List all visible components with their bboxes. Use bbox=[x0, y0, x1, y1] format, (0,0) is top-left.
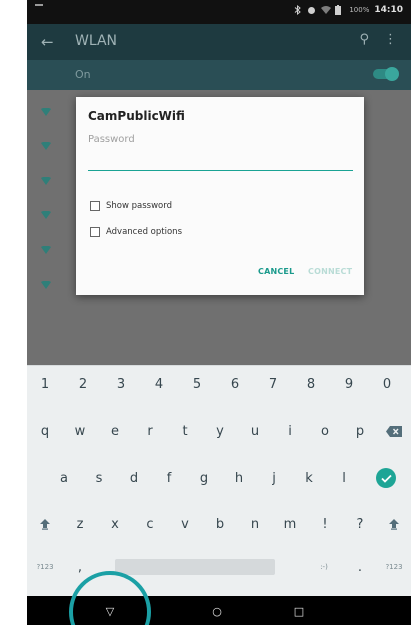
keyboard-row-qwerty: q w e r t y u i o p bbox=[27, 413, 411, 449]
checkmark-icon bbox=[376, 468, 396, 488]
key-e[interactable]: e bbox=[100, 413, 130, 449]
battery-icon bbox=[335, 5, 344, 15]
tablet-screen: 100% 14:10 ← WLAN ⚲ ⋮ On CamPublicWifi S… bbox=[27, 0, 411, 625]
key-m[interactable]: m bbox=[275, 506, 305, 542]
show-password-option[interactable]: Show password bbox=[90, 201, 172, 211]
key-a[interactable]: a bbox=[49, 460, 79, 496]
enter-key[interactable] bbox=[371, 460, 401, 496]
key-c[interactable]: c bbox=[135, 506, 165, 542]
advanced-options-label: Advanced options bbox=[106, 227, 182, 237]
emoticon-key[interactable]: :-) bbox=[309, 549, 339, 585]
key-n[interactable]: n bbox=[240, 506, 270, 542]
key-b[interactable]: b bbox=[205, 506, 235, 542]
key-4[interactable]: 4 bbox=[144, 366, 174, 402]
key-r[interactable]: r bbox=[135, 413, 165, 449]
key-7[interactable]: 7 bbox=[258, 366, 288, 402]
password-field[interactable] bbox=[88, 131, 353, 171]
connect-button[interactable]: CONNECT bbox=[308, 267, 352, 276]
key-comma[interactable]: , bbox=[65, 549, 95, 585]
key-j[interactable]: j bbox=[259, 460, 289, 496]
wifi-signal-icon[interactable] bbox=[41, 246, 51, 254]
key-2[interactable]: 2 bbox=[68, 366, 98, 402]
alarm-icon bbox=[307, 5, 316, 15]
advanced-options-checkbox[interactable] bbox=[90, 227, 100, 237]
wlan-toggle-row[interactable]: On bbox=[27, 60, 411, 90]
key-x[interactable]: x bbox=[100, 506, 130, 542]
show-password-label: Show password bbox=[106, 201, 172, 211]
nav-back-icon[interactable]: ▽ bbox=[100, 602, 120, 620]
key-5[interactable]: 5 bbox=[182, 366, 212, 402]
keyboard-number-row: 1 2 3 4 5 6 7 8 9 0 bbox=[27, 366, 411, 402]
key-y[interactable]: y bbox=[205, 413, 235, 449]
backspace-key[interactable] bbox=[379, 413, 409, 449]
cancel-button[interactable]: CANCEL bbox=[258, 267, 294, 276]
key-s[interactable]: s bbox=[84, 460, 114, 496]
shift-icon bbox=[389, 519, 399, 530]
navigation-bar: ▽ ○ □ bbox=[27, 596, 411, 625]
key-9[interactable]: 9 bbox=[334, 366, 364, 402]
key-z[interactable]: z bbox=[65, 506, 95, 542]
key-p[interactable]: p bbox=[345, 413, 375, 449]
wifi-signal-icon[interactable] bbox=[41, 177, 51, 185]
bluetooth-icon bbox=[293, 4, 302, 16]
notification-icon bbox=[35, 4, 43, 6]
more-options-icon[interactable]: ⋮ bbox=[384, 32, 397, 47]
symbols-key-left[interactable]: ?123 bbox=[30, 549, 60, 585]
wifi-signal-icon[interactable] bbox=[41, 108, 51, 116]
key-f[interactable]: f bbox=[154, 460, 184, 496]
shift-icon bbox=[40, 519, 50, 530]
keyboard-row-zxcv: z x c v b n m ! ? bbox=[27, 506, 411, 542]
spacebar-surface bbox=[115, 559, 275, 575]
keyboard-bottom-row: ?123 , :-) . ?123 bbox=[27, 549, 411, 585]
key-3[interactable]: 3 bbox=[106, 366, 136, 402]
key-1[interactable]: 1 bbox=[30, 366, 60, 402]
key-w[interactable]: w bbox=[65, 413, 95, 449]
back-arrow-icon[interactable]: ← bbox=[41, 33, 54, 51]
key-v[interactable]: v bbox=[170, 506, 200, 542]
key-exclamation[interactable]: ! bbox=[310, 506, 340, 542]
symbols-key-right[interactable]: ?123 bbox=[379, 549, 409, 585]
nav-recents-icon[interactable]: □ bbox=[289, 602, 309, 620]
status-icons: 100% 14:10 bbox=[293, 4, 403, 16]
key-h[interactable]: h bbox=[224, 460, 254, 496]
key-o[interactable]: o bbox=[310, 413, 340, 449]
wifi-icon bbox=[321, 5, 332, 15]
shift-key-left[interactable] bbox=[30, 506, 60, 542]
key-l[interactable]: l bbox=[329, 460, 359, 496]
key-period[interactable]: . bbox=[345, 549, 375, 585]
keyboard-row-asdf: a s d f g h j k l bbox=[27, 460, 411, 496]
key-t[interactable]: t bbox=[170, 413, 200, 449]
nav-home-icon[interactable]: ○ bbox=[207, 602, 227, 620]
advanced-options-option[interactable]: Advanced options bbox=[90, 227, 182, 237]
wifi-signal-icon[interactable] bbox=[41, 142, 51, 150]
key-question[interactable]: ? bbox=[345, 506, 375, 542]
key-i[interactable]: i bbox=[275, 413, 305, 449]
wlan-toggle-switch[interactable] bbox=[373, 67, 399, 81]
key-u[interactable]: u bbox=[240, 413, 270, 449]
show-password-checkbox[interactable] bbox=[90, 201, 100, 211]
app-bar: ← WLAN ⚲ ⋮ bbox=[27, 24, 411, 60]
soft-keyboard: 1 2 3 4 5 6 7 8 9 0 q w e r t y u i o p bbox=[27, 365, 411, 596]
wifi-signal-icon[interactable] bbox=[41, 281, 51, 289]
key-k[interactable]: k bbox=[294, 460, 324, 496]
status-bar: 100% 14:10 bbox=[27, 0, 411, 24]
key-g[interactable]: g bbox=[189, 460, 219, 496]
wifi-password-dialog: CamPublicWifi Show password Advanced opt… bbox=[76, 97, 364, 295]
search-icon[interactable]: ⚲ bbox=[359, 32, 369, 47]
key-0[interactable]: 0 bbox=[372, 366, 402, 402]
space-key[interactable] bbox=[113, 549, 277, 585]
key-d[interactable]: d bbox=[119, 460, 149, 496]
battery-percent: 100% bbox=[349, 6, 370, 14]
key-6[interactable]: 6 bbox=[220, 366, 250, 402]
clock: 14:10 bbox=[374, 5, 403, 15]
page-title: WLAN bbox=[75, 33, 118, 49]
dialog-title: CamPublicWifi bbox=[88, 109, 185, 123]
toggle-knob bbox=[385, 67, 399, 81]
wifi-signal-icon[interactable] bbox=[41, 211, 51, 219]
backspace-icon bbox=[386, 425, 402, 437]
wlan-state-label: On bbox=[75, 68, 91, 81]
key-q[interactable]: q bbox=[30, 413, 60, 449]
shift-key-right[interactable] bbox=[379, 506, 409, 542]
key-8[interactable]: 8 bbox=[296, 366, 326, 402]
